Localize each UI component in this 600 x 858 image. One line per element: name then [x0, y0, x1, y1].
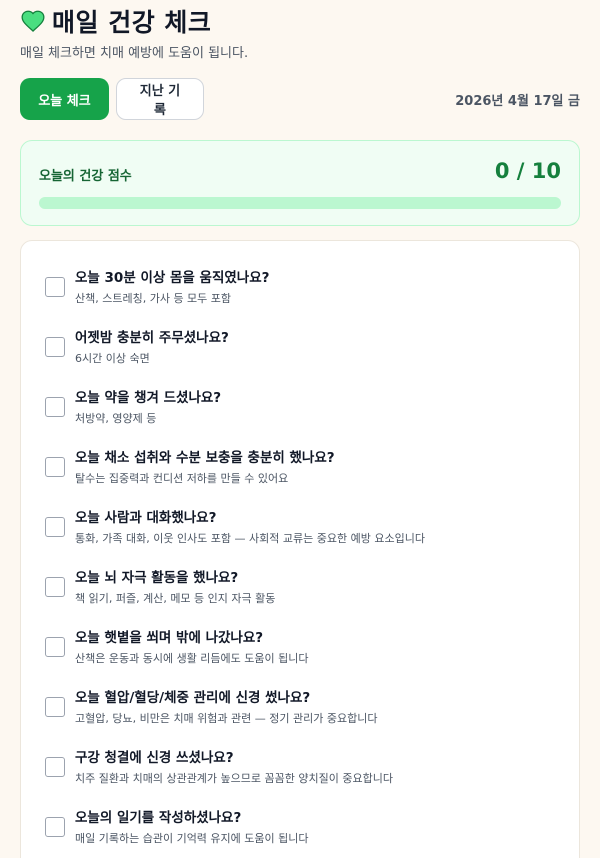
checklist-item[interactable]: 오늘 사람과 대화했나요? 통화, 가족 대화, 이웃 인사도 포함 — 사회적 …	[45, 509, 559, 565]
checklist-item-title: 오늘 약을 챙겨 드셨나요?	[75, 390, 222, 406]
checklist-item-title: 오늘 30분 이상 몸을 움직였나요?	[75, 270, 270, 286]
checklist-item-desc: 산책, 스트레칭, 가사 등 모두 포함	[75, 292, 232, 305]
checklist-item[interactable]: 어젯밤 충분히 주무셨나요? 6시간 이상 숙면	[45, 329, 559, 385]
checklist-item[interactable]: 오늘 뇌 자극 활동을 했나요? 책 읽기, 퍼즐, 계산, 메모 등 인지 자극…	[45, 569, 559, 625]
checklist-item-text: 오늘 혈압/혈당/체중 관리에 신경 썼나요? 고혈압, 당뇨, 비만은 치매 위…	[75, 689, 377, 745]
checklist-item-text: 어젯밤 충분히 주무셨나요? 6시간 이상 숙면	[75, 329, 229, 385]
checklist-item-text: 오늘 사람과 대화했나요? 통화, 가족 대화, 이웃 인사도 포함 — 사회적 …	[75, 509, 425, 565]
tab-today-check[interactable]: 오늘 체크	[20, 78, 109, 120]
checklist-item-title: 오늘 햇볕을 쐬며 밖에 나갔나요?	[75, 630, 264, 646]
checklist-item-title: 오늘 뇌 자극 활동을 했나요?	[75, 570, 239, 586]
checklist-item-desc: 처방약, 영양제 등	[75, 412, 157, 425]
checklist-item[interactable]: 오늘 채소 섭취와 수분 보충을 충분히 했나요? 탈수는 집중력과 컨디션 저하…	[45, 449, 559, 505]
score-label: 오늘의 건강 점수	[39, 169, 132, 184]
checklist-item[interactable]: 오늘 혈압/혈당/체중 관리에 신경 썼나요? 고혈압, 당뇨, 비만은 치매 위…	[45, 689, 559, 745]
green-heart-icon	[20, 8, 46, 34]
checklist-item-desc: 고혈압, 당뇨, 비만은 치매 위험과 관련 — 정기 관리가 중요합니다	[75, 712, 378, 725]
tab-history[interactable]: 지난 기록	[116, 78, 204, 120]
checklist-item-desc: 책 읽기, 퍼즐, 계산, 메모 등 인지 자극 활동	[75, 592, 276, 605]
checklist-item-title: 오늘의 일기를 작성하셨나요?	[75, 810, 242, 826]
checklist-item-title: 오늘 사람과 대화했나요?	[75, 510, 217, 526]
checklist-item[interactable]: 오늘 햇볕을 쐬며 밖에 나갔나요? 산책은 운동과 동시에 생활 리듬에도 도움…	[45, 629, 559, 685]
checklist-checkbox[interactable]	[45, 697, 65, 717]
checklist-item-desc: 통화, 가족 대화, 이웃 인사도 포함 — 사회적 교류는 중요한 예방 요소…	[75, 532, 425, 545]
checklist-item-desc: 산책은 운동과 동시에 생활 리듬에도 도움이 됩니다	[75, 652, 309, 665]
checklist-item-text: 구강 청결에 신경 쓰셨나요? 치주 질환과 치매의 상관관계가 높으므로 꼼꼼한…	[75, 749, 393, 805]
checklist-checkbox[interactable]	[45, 517, 65, 537]
checklist-item-text: 오늘 뇌 자극 활동을 했나요? 책 읽기, 퍼즐, 계산, 메모 등 인지 자극…	[75, 569, 275, 625]
checklist-item-text: 오늘 약을 챙겨 드셨나요? 처방약, 영양제 등	[75, 389, 221, 445]
current-date: 2026년 4월 17일 금	[455, 93, 580, 109]
checklist-item-text: 오늘 햇볕을 쐬며 밖에 나갔나요? 산책은 운동과 동시에 생활 리듬에도 도움…	[75, 629, 309, 685]
checklist-item-desc: 탈수는 집중력과 컨디션 저하를 만들 수 있어요	[75, 472, 289, 485]
checklist-item-text: 오늘 채소 섭취와 수분 보충을 충분히 했나요? 탈수는 집중력과 컨디션 저하…	[75, 449, 335, 505]
title-row: 매일 건강 체크	[20, 4, 580, 38]
checklist-checkbox[interactable]	[45, 637, 65, 657]
checklist-item-title: 구강 청결에 신경 쓰셨나요?	[75, 750, 234, 766]
page-subtitle: 매일 체크하면 치매 예방에 도움이 됩니다.	[20, 46, 249, 61]
checklist-checkbox[interactable]	[45, 817, 65, 837]
score-value: 0 / 10	[494, 159, 561, 183]
checklist-card: 오늘 30분 이상 몸을 움직였나요? 산책, 스트레칭, 가사 등 모두 포함어…	[20, 240, 580, 858]
checklist-item[interactable]: 오늘 30분 이상 몸을 움직였나요? 산책, 스트레칭, 가사 등 모두 포함	[45, 269, 559, 325]
checklist-checkbox[interactable]	[45, 277, 65, 297]
checklist-item[interactable]: 구강 청결에 신경 쓰셨나요? 치주 질환과 치매의 상관관계가 높으므로 꼼꼼한…	[45, 749, 559, 805]
score-progress-bar	[39, 197, 561, 209]
checklist-item-title: 오늘 혈압/혈당/체중 관리에 신경 썼나요?	[75, 690, 311, 706]
checklist-item-title: 어젯밤 충분히 주무셨나요?	[75, 330, 229, 346]
page-header: 매일 건강 체크 매일 체크하면 치매 예방에 도움이 됩니다.	[20, 4, 580, 61]
health-score-card: 오늘의 건강 점수 0 / 10	[20, 140, 580, 226]
checklist-checkbox[interactable]	[45, 577, 65, 597]
toolbar: 오늘 체크 지난 기록 2026년 4월 17일 금	[20, 78, 580, 120]
page-title: 매일 건강 체크	[52, 8, 212, 37]
checklist-item-title: 오늘 채소 섭취와 수분 보충을 충분히 했나요?	[75, 450, 335, 466]
checklist-item-desc: 매일 기록하는 습관이 기억력 유지에 도움이 됩니다	[75, 832, 309, 845]
checklist-checkbox[interactable]	[45, 757, 65, 777]
checklist-checkbox[interactable]	[45, 457, 65, 477]
checklist-item-text: 오늘 30분 이상 몸을 움직였나요? 산책, 스트레칭, 가사 등 모두 포함	[75, 269, 269, 325]
checklist-item-text: 오늘의 일기를 작성하셨나요? 매일 기록하는 습관이 기억력 유지에 도움이 됩…	[75, 809, 309, 858]
checklist-checkbox[interactable]	[45, 337, 65, 357]
checklist-item-desc: 6시간 이상 숙면	[75, 352, 150, 365]
checklist-checkbox[interactable]	[45, 397, 65, 417]
checklist-item[interactable]: 오늘의 일기를 작성하셨나요? 매일 기록하는 습관이 기억력 유지에 도움이 됩…	[45, 809, 559, 858]
checklist-item-desc: 치주 질환과 치매의 상관관계가 높으므로 꼼꼼한 양치질이 중요합니다	[75, 772, 393, 785]
checklist-item[interactable]: 오늘 약을 챙겨 드셨나요? 처방약, 영양제 등	[45, 389, 559, 445]
